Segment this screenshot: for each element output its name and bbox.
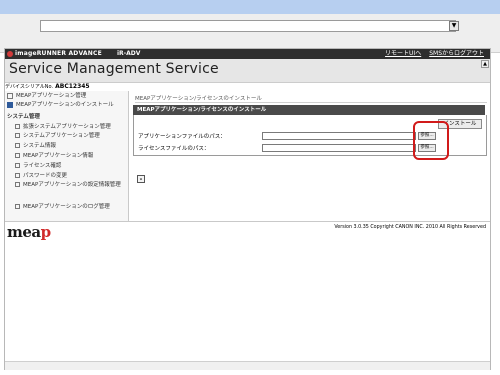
serial-label: デバイスシリアルNo. bbox=[5, 84, 54, 90]
sidebar-item-system-apps[interactable]: システムアプリケーション管理 bbox=[15, 132, 100, 140]
sidebar-item-meap-install[interactable]: MEAPアプリケーションのインストール bbox=[7, 101, 114, 109]
bullet-icon bbox=[15, 133, 20, 138]
brand-name: imageRUNNER ADVANCE bbox=[15, 50, 102, 57]
sidebar: MEAPアプリケーション管理 MEAPアプリケーションのインストール システム管… bbox=[5, 91, 129, 221]
breadcrumb: MEAPアプリケーション/ライセンスのインストール bbox=[135, 96, 262, 102]
model-name: iR-ADV bbox=[117, 50, 141, 57]
sidebar-item-system-info[interactable]: システム情報 bbox=[15, 142, 56, 150]
sidebar-item-meap-logs[interactable]: MEAPアプリケーションのログ管理 bbox=[15, 203, 110, 211]
sidebar-item-meap-settings[interactable]: MEAPアプリケーションの設定情報管理 bbox=[15, 182, 123, 190]
install-panel: インストール アプリケーションファイルのパス： 参照... ライセンスファイルの… bbox=[133, 115, 487, 160]
bullet-icon bbox=[15, 124, 20, 129]
address-dropdown-button[interactable]: ▼ bbox=[449, 21, 459, 31]
address-bar[interactable] bbox=[40, 20, 456, 32]
horizontal-scrollbar[interactable] bbox=[5, 361, 490, 370]
bullet-icon bbox=[15, 143, 20, 148]
remote-ui-link[interactable]: リモートUIへ bbox=[385, 49, 421, 59]
canon-logo-icon bbox=[7, 51, 13, 57]
header-links: リモートUIへ SMSからログアウト bbox=[385, 49, 484, 59]
page-title: Service Management Service bbox=[9, 61, 219, 77]
service-management-window: imageRUNNER ADVANCE iR-ADV リモートUIへ SMSから… bbox=[4, 48, 491, 370]
sidebar-item-meap-management[interactable]: MEAPアプリケーション管理 bbox=[7, 92, 86, 100]
page-title-bar: Service Management Service ▲ bbox=[5, 59, 490, 83]
sidebar-item-meap-info[interactable]: MEAPアプリケーション情報 bbox=[15, 152, 93, 160]
bullet-icon bbox=[15, 204, 20, 209]
license-file-path-input[interactable] bbox=[262, 144, 416, 152]
footer: meap Version 3.0.35 Copyright CANON INC.… bbox=[5, 221, 490, 242]
meap-logo: meap bbox=[7, 223, 51, 241]
sidebar-item-change-password[interactable]: パスワードの変更 bbox=[15, 172, 67, 180]
bullet-icon bbox=[7, 92, 13, 99]
bullet-icon bbox=[15, 182, 20, 187]
bullet-icon bbox=[7, 101, 13, 108]
device-serial: デバイスシリアルNo. ABC12345 bbox=[5, 83, 128, 91]
scroll-up-icon[interactable]: ▲ bbox=[481, 60, 489, 68]
sidebar-item-license-check[interactable]: ライセンス確認 bbox=[15, 162, 61, 170]
serial-value: ABC12345 bbox=[55, 83, 90, 90]
panel-title: MEAPアプリケーション/ライセンスのインストール bbox=[133, 105, 485, 115]
version-text: Version 3.0.35 Copyright CANON INC. 2010… bbox=[334, 225, 486, 230]
main-content: MEAPアプリケーション/ライセンスのインストール MEAPアプリケーション/ラ… bbox=[129, 91, 490, 221]
bullet-icon bbox=[15, 173, 20, 178]
bullet-icon bbox=[15, 163, 20, 168]
license-file-path-label: ライセンスファイルのパス： bbox=[138, 146, 210, 152]
app-file-path-label: アプリケーションファイルのパス： bbox=[138, 134, 226, 140]
browse-buttons-highlight bbox=[413, 121, 449, 160]
breadcrumb-divider bbox=[135, 102, 487, 103]
sidebar-item-ext-system-apps[interactable]: 拡張システムアプリケーション管理 bbox=[15, 123, 111, 131]
app-header: imageRUNNER ADVANCE iR-ADV リモートUIへ SMSから… bbox=[5, 49, 490, 59]
app-file-path-input[interactable] bbox=[262, 132, 416, 140]
sidebar-section-system: システム管理 bbox=[7, 114, 40, 120]
logout-link[interactable]: SMSからログアウト bbox=[429, 49, 484, 59]
bullet-icon bbox=[15, 153, 20, 158]
page-top-icon[interactable]: ⌅ bbox=[137, 175, 145, 183]
browser-title-bar bbox=[0, 0, 500, 14]
